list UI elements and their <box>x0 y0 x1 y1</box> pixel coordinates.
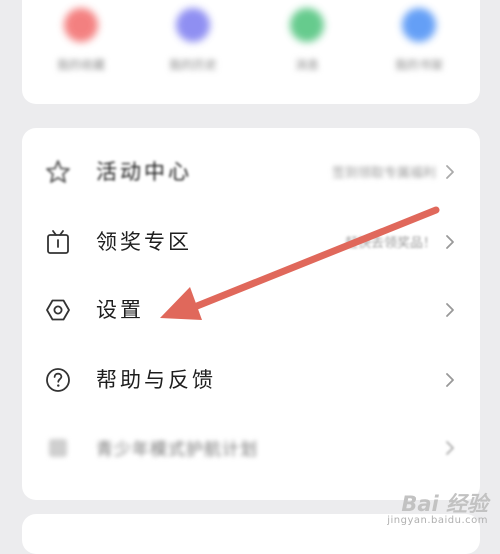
question-circle-icon <box>44 366 72 394</box>
menu-hint: 签到领取专属福利 <box>331 166 436 181</box>
shortcut-label: 我的历史 <box>168 58 217 72</box>
menu-item-help-feedback[interactable]: 帮助与反馈 <box>22 350 480 410</box>
menu-label: 帮助与反馈 <box>96 368 216 392</box>
chevron-right-icon <box>444 162 456 182</box>
menu-label: 活动中心 <box>96 160 192 184</box>
shortcut-messages[interactable]: 消息 <box>262 8 352 73</box>
green-shortcut-icon <box>290 8 324 42</box>
menu-label: 青少年模式护航计划 <box>96 440 258 460</box>
menu-item-rewards[interactable]: 领奖专区 赶快去领奖品！ <box>22 212 480 272</box>
hexagon-settings-icon <box>44 296 72 324</box>
menu-item-settings[interactable]: 设置 <box>22 280 480 340</box>
menu-label: 设置 <box>96 298 144 322</box>
shortcut-label: 消息 <box>294 58 319 72</box>
watermark-url: jingyan.baidu.com <box>387 514 488 526</box>
menu-hint: 赶快去领奖品！ <box>344 236 436 251</box>
blue-shortcut-icon <box>402 8 436 42</box>
chevron-right-icon <box>444 438 456 458</box>
menu-label: 领奖专区 <box>96 230 192 254</box>
shortcut-favorites[interactable]: 我的收藏 <box>36 8 126 73</box>
menu-card: 活动中心 签到领取专属福利 领奖专区 赶快去领奖品！ 设置 帮助与反馈 青少年模… <box>22 128 480 500</box>
red-shortcut-icon <box>64 8 98 42</box>
menu-item-youth-plan[interactable]: 青少年模式护航计划 <box>22 418 480 478</box>
shortcut-card: 我的收藏 我的历史 消息 我的书架 <box>22 0 480 104</box>
baidu-jingyan-watermark: Bai 经验 jingyan.baidu.com <box>387 493 488 526</box>
shortcut-history[interactable]: 我的历史 <box>148 8 238 73</box>
chevron-right-icon <box>444 370 456 390</box>
shortcut-label: 我的收藏 <box>56 58 105 72</box>
chevron-right-icon <box>444 300 456 320</box>
shortcut-bookshelf[interactable]: 我的书架 <box>374 8 464 73</box>
watermark-brand: Bai 经验 <box>401 492 488 517</box>
shortcut-label: 我的书架 <box>394 58 443 72</box>
purple-shortcut-icon <box>176 8 210 42</box>
shield-icon <box>44 434 72 462</box>
star-icon <box>44 158 72 186</box>
chevron-right-icon <box>444 232 456 252</box>
gift-box-icon <box>44 228 72 256</box>
menu-item-activity-center[interactable]: 活动中心 签到领取专属福利 <box>22 142 480 202</box>
